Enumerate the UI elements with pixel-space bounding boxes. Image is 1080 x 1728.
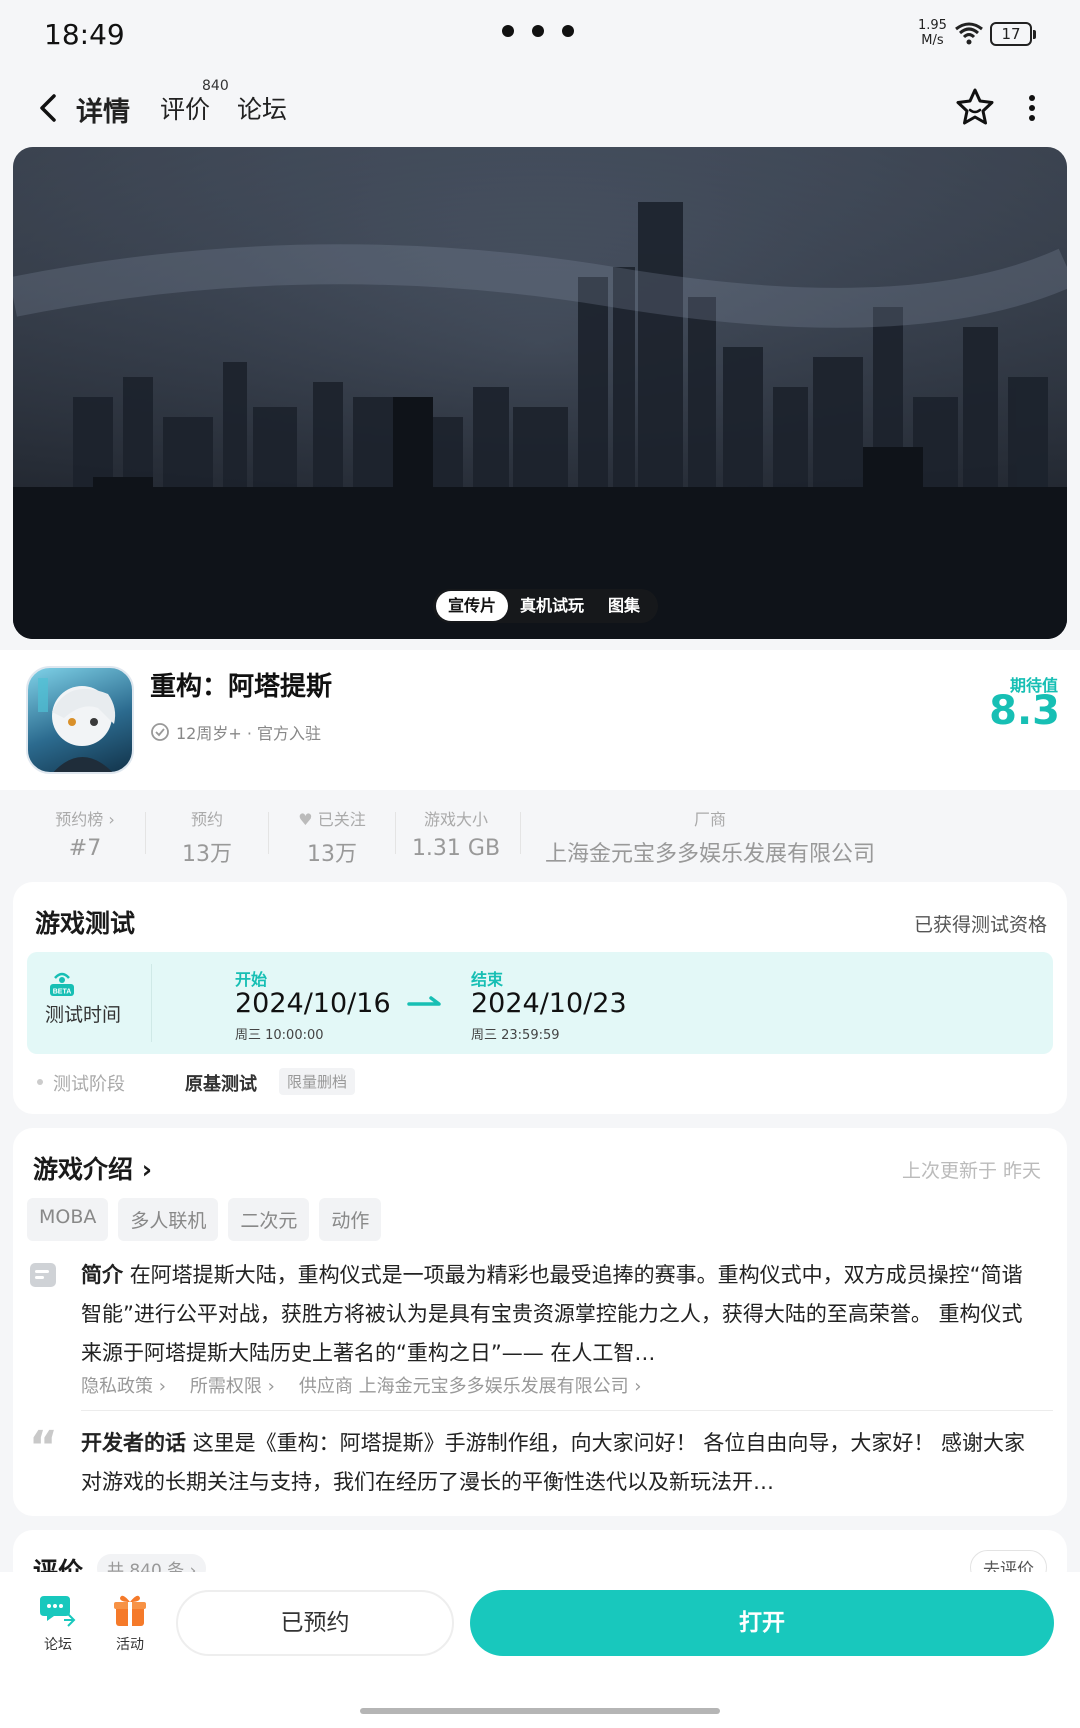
document-icon: [30, 1263, 56, 1287]
status-dots: [502, 25, 574, 37]
reserved-button[interactable]: 已预约: [176, 1590, 454, 1656]
policy-links: 隐私政策 › 所需权限 › 供应商 上海金元宝多多娱乐发展有限公司 ›: [81, 1372, 641, 1398]
game-test-card: 游戏测试 已获得测试资格 BETA 测试时间 开始 2024/10/16 周三 …: [13, 882, 1067, 1114]
tag-moba[interactable]: MOBA: [27, 1198, 109, 1241]
wifi-icon: [955, 22, 983, 45]
status-bar: 18:49 1.95 M/s 17: [0, 0, 1080, 68]
stat-publisher[interactable]: 厂商 上海金元宝多多娱乐发展有限公司: [530, 806, 890, 868]
expectation-score: 8.3: [989, 688, 1060, 734]
start-time: 周三 10:00:00: [235, 1028, 324, 1043]
stat-reservations: 预约 13万: [182, 810, 232, 867]
tab-detail[interactable]: 详情: [74, 90, 132, 129]
start-date: 2024/10/16: [235, 988, 391, 1019]
forum-chat-icon: [40, 1596, 76, 1627]
developer-note-label: 开发者的话: [81, 1431, 186, 1455]
game-title: 重构：阿塔提斯: [150, 672, 333, 702]
heart-check-icon: ♥: [298, 810, 313, 829]
tab-review[interactable]: 评价 840: [160, 78, 229, 126]
end-date: 2024/10/23: [471, 988, 627, 1019]
genre-tags: MOBA 多人联机 二次元 动作: [27, 1198, 382, 1241]
media-chip-group: 宣传片 真机试玩 图集: [433, 589, 659, 623]
test-time-band: BETA 测试时间 开始 2024/10/16 周三 10:00:00 结束 2…: [27, 952, 1053, 1054]
status-time: 18:49: [44, 18, 125, 51]
city-skyline-image: [13, 147, 1067, 639]
game-intro-card: 游戏介绍 › 上次更新于 昨天 MOBA 多人联机 二次元 动作 简介 在阿塔提…: [13, 1128, 1067, 1516]
game-summary[interactable]: 简介 在阿塔提斯大陆，重构仪式是一项最为精彩也最受追捧的赛事。重构仪式中，双方成…: [81, 1256, 1043, 1373]
game-app-icon: [26, 666, 134, 774]
test-time-label: 测试时间: [45, 1004, 122, 1026]
stat-rank[interactable]: 预约榜 › #7: [40, 806, 130, 861]
developer-note[interactable]: 开发者的话 这里是《重构：阿塔提斯》手游制作组，向大家问好！ 各位自由向导，大家…: [81, 1424, 1043, 1502]
privacy-policy-link[interactable]: 隐私政策 ›: [81, 1372, 166, 1398]
supplier-link[interactable]: 供应商 上海金元宝多多娱乐发展有限公司 ›: [299, 1372, 642, 1398]
test-qualification: 已获得测试资格: [913, 914, 1047, 936]
stat-followers: ♥ 已关注 13万: [298, 810, 366, 867]
game-meta: 12周岁+ · 官方入驻: [150, 720, 321, 744]
test-phase-tag: 限量删档: [279, 1068, 356, 1095]
game-intro-title[interactable]: 游戏介绍 ›: [33, 1150, 152, 1186]
summary-label: 简介: [81, 1263, 123, 1287]
developer-note-text: 这里是《重构：阿塔提斯》手游制作组，向大家问好！ 各位自由向导，大家好！ 感谢大…: [81, 1431, 1026, 1494]
end-time: 周三 23:59:59: [471, 1028, 560, 1043]
gift-icon: [114, 1595, 146, 1626]
top-nav: 详情 评价 840 论坛: [0, 68, 1080, 148]
bottom-action-bar: 论坛 活动 已预约 打开: [0, 1572, 1080, 1728]
svg-text:BETA: BETA: [53, 989, 72, 996]
age-rating-text: 12周岁+ · 官方入驻: [176, 724, 322, 743]
activity-button[interactable]: 活动: [100, 1590, 160, 1654]
permissions-link[interactable]: 所需权限 ›: [190, 1372, 275, 1398]
quote-icon: “: [29, 1422, 58, 1473]
review-count-badge: 840: [202, 78, 229, 94]
chip-gameplay[interactable]: 真机试玩: [508, 591, 596, 621]
game-test-title: 游戏测试: [35, 909, 136, 938]
game-header: 重构：阿塔提斯 12周岁+ · 官方入驻 期待值 8.3: [0, 650, 1080, 790]
start-label: 开始: [235, 970, 268, 989]
stats-row: 预约榜 › #7 预约 13万 ♥ 已关注 13万 游戏大小 1.31 GB 厂…: [0, 790, 1080, 870]
summary-text: 在阿塔提斯大陆，重构仪式是一项最为精彩也最受追捧的赛事。重构仪式中，双方成员操控…: [81, 1263, 1023, 1365]
hero-media[interactable]: 宣传片 真机试玩 图集: [13, 147, 1067, 639]
tab-review-label: 评价: [160, 95, 211, 124]
home-indicator[interactable]: [360, 1708, 720, 1714]
network-speed: 1.95 M/s: [918, 18, 947, 48]
back-arrow-icon[interactable]: [30, 88, 70, 128]
chip-trailer[interactable]: 宣传片: [436, 591, 509, 621]
star-favorite-icon[interactable]: [954, 86, 996, 128]
battery-icon: 17: [990, 22, 1036, 46]
more-options-icon[interactable]: [1024, 88, 1040, 128]
app-screen: 18:49 1.95 M/s 17 详情 评价 840 论坛 宣传片 真机试玩 …: [0, 0, 1080, 1728]
test-phase-label: 测试阶段: [53, 1074, 125, 1095]
tab-forum[interactable]: 论坛: [237, 90, 287, 126]
beta-icon: BETA: [50, 972, 74, 996]
tag-anime[interactable]: 二次元: [228, 1198, 310, 1241]
tag-multiplayer[interactable]: 多人联机: [118, 1198, 219, 1241]
test-phase-value: 原基测试: [185, 1074, 257, 1095]
tag-action[interactable]: 动作: [319, 1198, 382, 1241]
arrow-right-icon: [407, 996, 441, 1006]
open-button[interactable]: 打开: [470, 1590, 1054, 1656]
stat-size: 游戏大小 1.31 GB: [411, 810, 501, 861]
check-circle-icon: [151, 723, 169, 741]
forum-button[interactable]: 论坛: [28, 1590, 88, 1654]
chip-gallery[interactable]: 图集: [596, 591, 652, 621]
end-label: 结束: [471, 970, 504, 989]
last-updated: 上次更新于 昨天: [901, 1160, 1041, 1182]
